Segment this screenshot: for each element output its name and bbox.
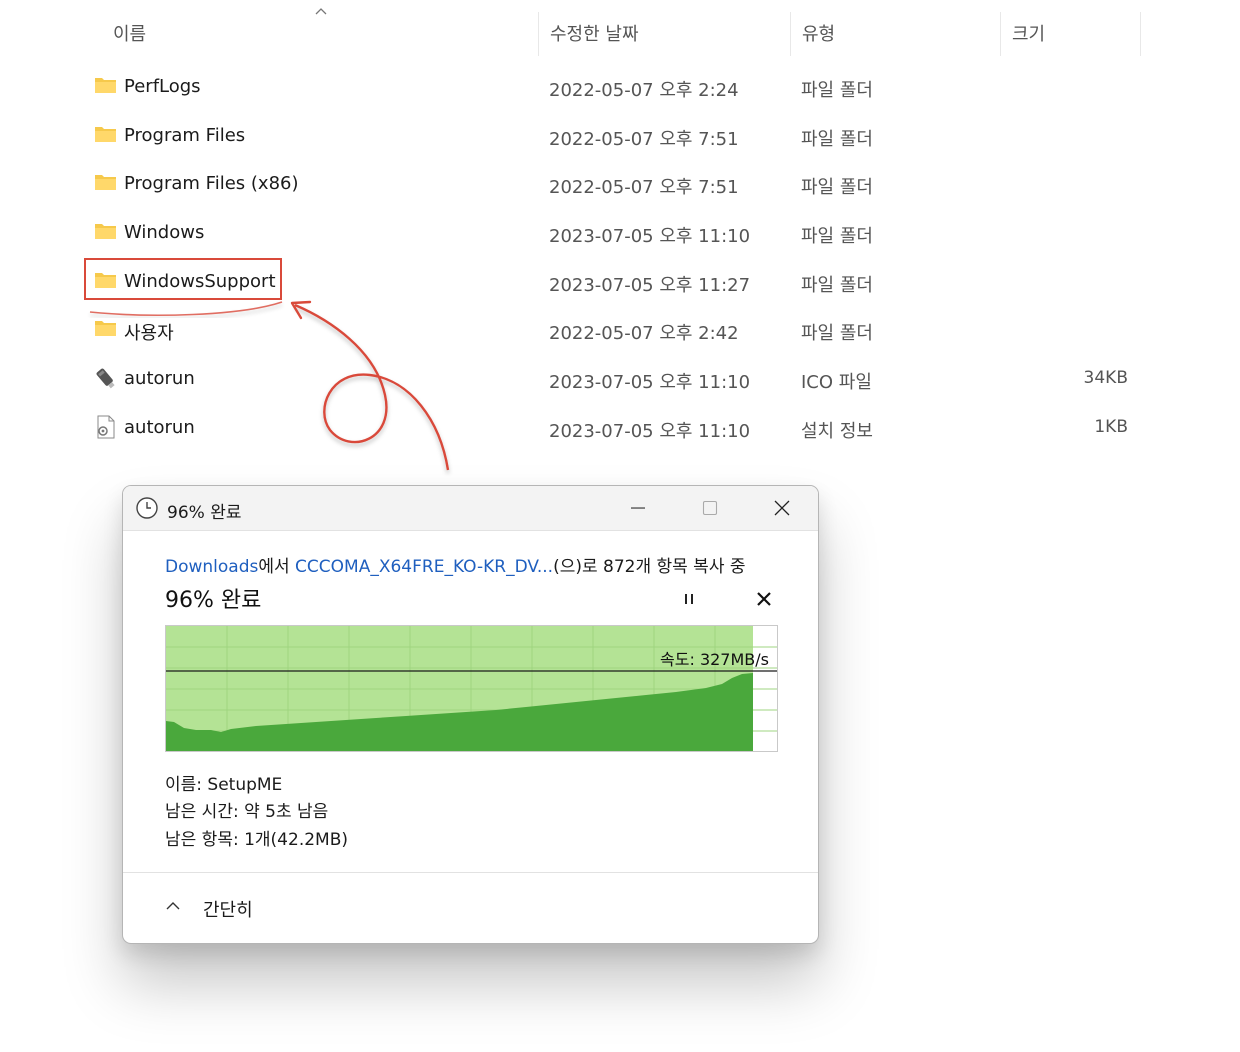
copy-description: Downloads에서 CCCOMA_X64FRE_KO-KR_DV...(으)… [165, 552, 746, 577]
column-divider[interactable] [538, 12, 539, 56]
chevron-up-icon [166, 902, 180, 910]
file-date: 2023-07-05 오후 11:27 [549, 275, 751, 296]
dialog-divider [123, 872, 818, 873]
close-icon [774, 500, 790, 516]
file-date: 2022-05-07 오후 7:51 [549, 177, 739, 198]
minimize-button[interactable] [603, 486, 673, 530]
file-row[interactable]: PerfLogs 2022-05-07 오후 2:24 파일 폴더 [84, 64, 1144, 112]
pause-button[interactable] [678, 588, 700, 610]
highlight-box [84, 258, 282, 300]
file-row[interactable]: 사용자 2022-05-07 오후 2:42 파일 폴더 [84, 307, 1144, 355]
column-size-header[interactable]: 크기 [1012, 20, 1045, 46]
file-type: 파일 폴더 [801, 275, 873, 296]
items-remaining-line: 남은 항목: 1개(42.2MB) [165, 830, 348, 850]
folder-icon [95, 321, 116, 336]
file-type: 파일 폴더 [801, 129, 873, 150]
file-type: 파일 폴더 [801, 226, 873, 247]
copy-progress-dialog: 96% 완료 Downloads에서 CCCOMA_X64FRE_KO-KR_D… [122, 485, 819, 944]
file-name: PerfLogs [124, 76, 201, 97]
column-type-header[interactable]: 유형 [802, 20, 835, 46]
file-date: 2022-05-07 오후 7:51 [549, 129, 739, 150]
file-row[interactable]: autorun 2023-07-05 오후 11:10 설치 정보 1KB [84, 405, 1144, 453]
file-name: 사용자 [124, 323, 174, 344]
pause-icon [685, 594, 693, 604]
dialog-title: 96% 완료 [167, 503, 242, 523]
file-name: Windows [124, 222, 205, 243]
file-date: 2023-07-05 오후 11:10 [549, 226, 751, 247]
setup-info-icon [97, 415, 115, 439]
cancel-icon [757, 592, 771, 606]
transfer-speed-graph: 속도: 327MB/s [165, 625, 778, 752]
column-divider[interactable] [790, 12, 791, 56]
clock-icon [136, 497, 158, 519]
cancel-copy-button[interactable] [753, 588, 775, 610]
chevron-up-icon[interactable] [314, 6, 328, 16]
file-type: 파일 폴더 [801, 80, 873, 101]
column-divider[interactable] [1140, 12, 1141, 56]
file-type: 설치 정보 [801, 421, 873, 442]
file-row[interactable]: Windows 2023-07-05 오후 11:10 파일 폴더 [84, 210, 1144, 258]
close-button[interactable] [747, 486, 817, 530]
speed-graph-canvas [166, 626, 777, 751]
column-name-header[interactable]: 이름 [113, 20, 146, 46]
copy-text-from: 에서 [258, 557, 296, 577]
file-row[interactable]: autorun 2023-07-05 오후 11:10 ICO 파일 34KB [84, 356, 1144, 404]
file-date: 2023-07-05 오후 11:10 [549, 372, 751, 393]
file-name: Program Files [124, 125, 246, 146]
file-row[interactable]: Program Files 2022-05-07 오후 7:51 파일 폴더 [84, 113, 1144, 161]
file-size: 34KB [1083, 368, 1128, 388]
file-type: 파일 폴더 [801, 323, 873, 344]
maximize-button[interactable] [675, 486, 745, 530]
file-date: 2022-05-07 오후 2:24 [549, 80, 739, 101]
column-divider[interactable] [1000, 12, 1001, 56]
file-name: autorun [124, 417, 195, 438]
file-row[interactable]: Program Files (x86) 2022-05-07 오후 7:51 파… [84, 161, 1144, 209]
file-size: 1KB [1094, 417, 1128, 437]
destination-folder-link[interactable]: CCCOMA_X64FRE_KO-KR_DV... [295, 557, 553, 577]
speed-label: 속도: 327MB/s [660, 650, 769, 669]
file-name-line: 이름: SetupME [165, 775, 283, 795]
copy-text-rest: (으)로 872개 항목 복사 중 [553, 557, 746, 577]
file-name: Program Files (x86) [124, 173, 299, 194]
file-date: 2023-07-05 오후 11:10 [549, 421, 751, 442]
folder-icon [95, 224, 116, 239]
folder-icon [95, 78, 116, 93]
column-header-bar: 이름 수정한 날짜 유형 크기 [0, 0, 1240, 66]
column-date-header[interactable]: 수정한 날짜 [550, 20, 639, 46]
file-name: autorun [124, 368, 195, 389]
percent-complete-text: 96% 완료 [165, 588, 262, 613]
source-folder-link[interactable]: Downloads [165, 557, 258, 577]
maximize-icon [702, 500, 718, 516]
minimize-icon [631, 507, 645, 509]
folder-icon [95, 127, 116, 142]
collapse-label: 간단히 [203, 900, 253, 921]
file-type: 파일 폴더 [801, 177, 873, 198]
file-type: ICO 파일 [801, 372, 872, 393]
file-date: 2022-05-07 오후 2:42 [549, 323, 739, 344]
folder-icon [95, 175, 116, 190]
usb-drive-icon [96, 368, 115, 389]
dialog-titlebar[interactable]: 96% 완료 [123, 486, 818, 531]
time-remaining-line: 남은 시간: 약 5초 남음 [165, 802, 329, 822]
